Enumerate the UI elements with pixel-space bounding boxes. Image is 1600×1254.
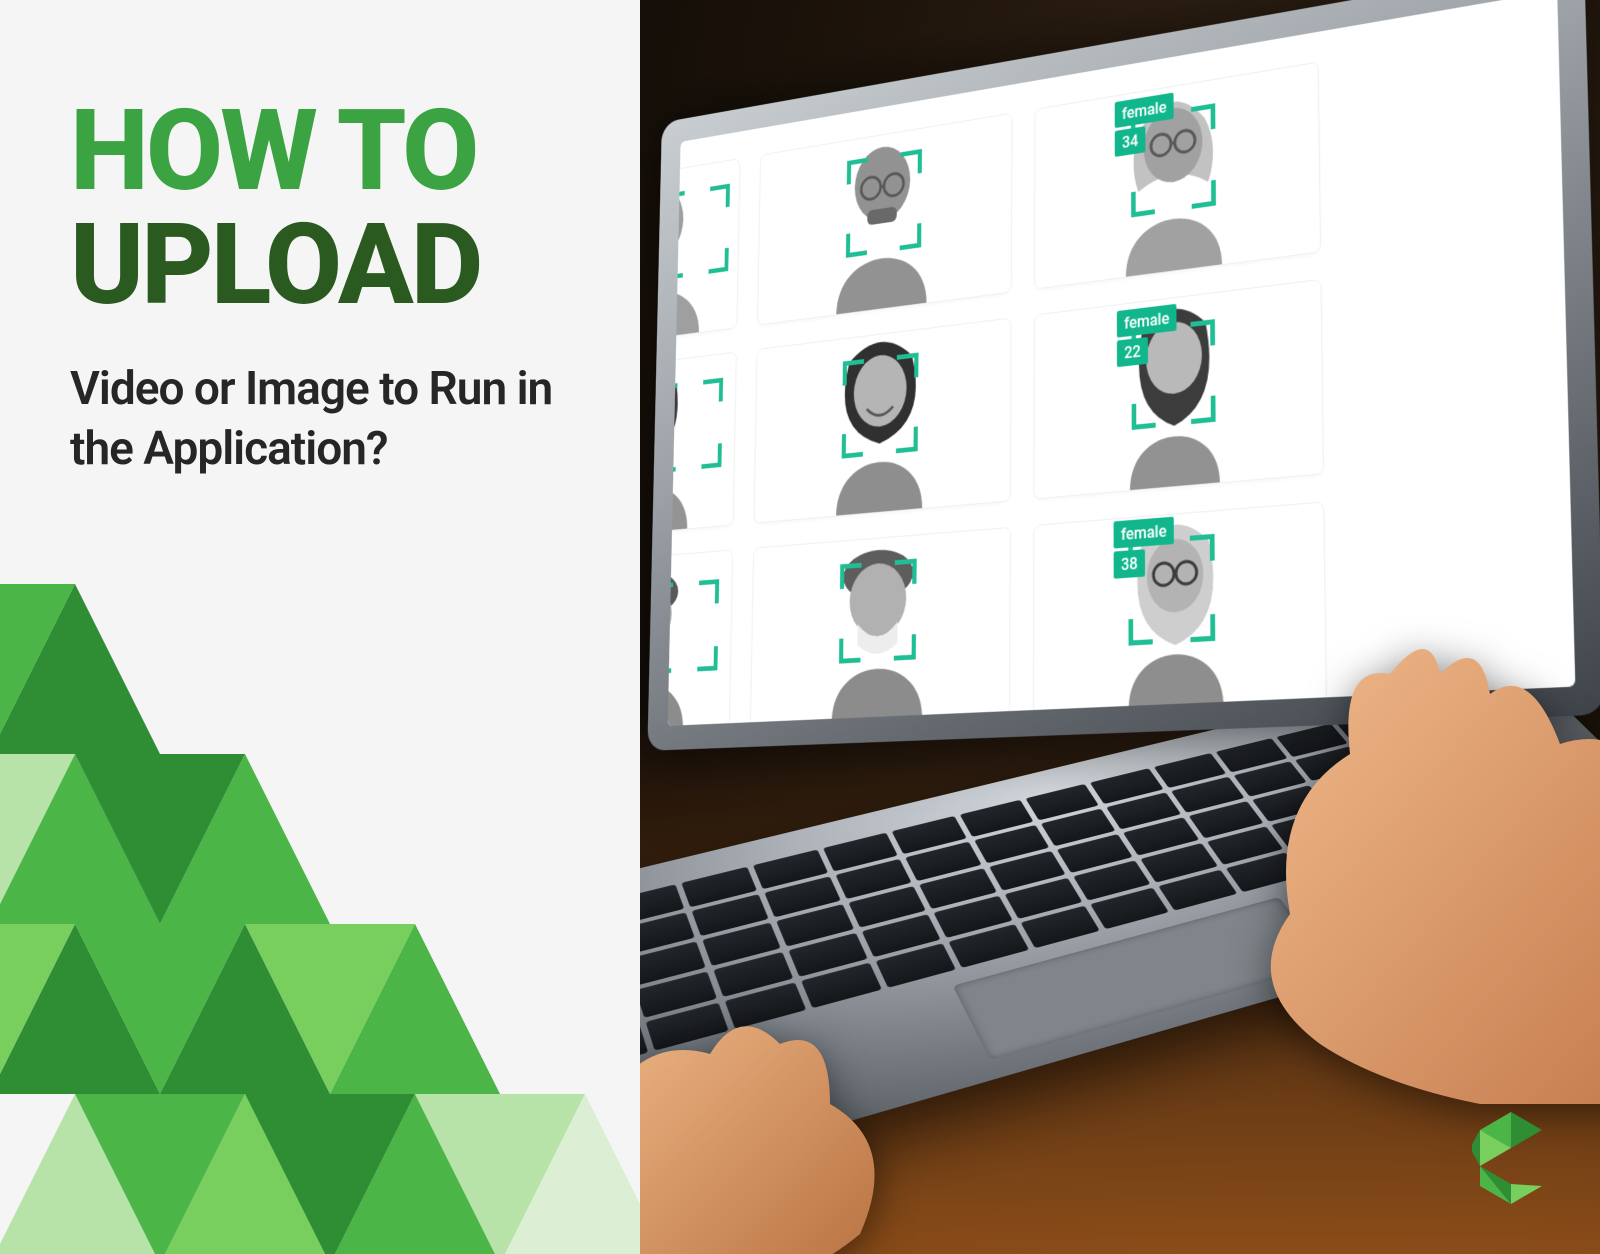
portrait bbox=[755, 318, 1011, 522]
left-panel: HOW TO UPLOAD Video or Image to Run in t… bbox=[0, 0, 640, 1254]
portrait bbox=[668, 550, 732, 725]
subtitle: Video or Image to Run in the Application… bbox=[70, 360, 610, 480]
right-panel-photo: male 35 bbox=[640, 0, 1600, 1254]
user-hand-right bbox=[1180, 604, 1600, 1104]
portrait bbox=[751, 528, 1010, 725]
portrait bbox=[758, 114, 1011, 325]
promo-canvas: HOW TO UPLOAD Video or Image to Run in t… bbox=[0, 0, 1600, 1254]
gender-tag: female bbox=[1114, 517, 1175, 549]
age-tag: 34 bbox=[1115, 126, 1146, 157]
face-card: male 35 bbox=[668, 158, 741, 349]
portrait bbox=[1034, 280, 1322, 498]
face-card: female 34 bbox=[1034, 62, 1321, 290]
age-tag: 22 bbox=[1117, 337, 1148, 367]
triangle-mosaic bbox=[0, 544, 690, 1254]
headline-line2: UPLOAD bbox=[70, 209, 480, 323]
face-card bbox=[754, 317, 1012, 523]
page-title: HOW TO UPLOAD bbox=[70, 95, 480, 323]
portrait bbox=[1035, 63, 1320, 289]
face-card bbox=[757, 113, 1012, 326]
user-hand-left bbox=[640, 974, 920, 1254]
brand-logo bbox=[1472, 1112, 1550, 1204]
face-card: female 22 bbox=[1034, 279, 1324, 500]
face-card bbox=[750, 527, 1010, 726]
headline-line1: HOW TO bbox=[70, 95, 480, 209]
face-card: female 29 bbox=[668, 352, 737, 540]
face-card: male 62 bbox=[668, 549, 733, 725]
age-tag: 38 bbox=[1114, 549, 1146, 579]
